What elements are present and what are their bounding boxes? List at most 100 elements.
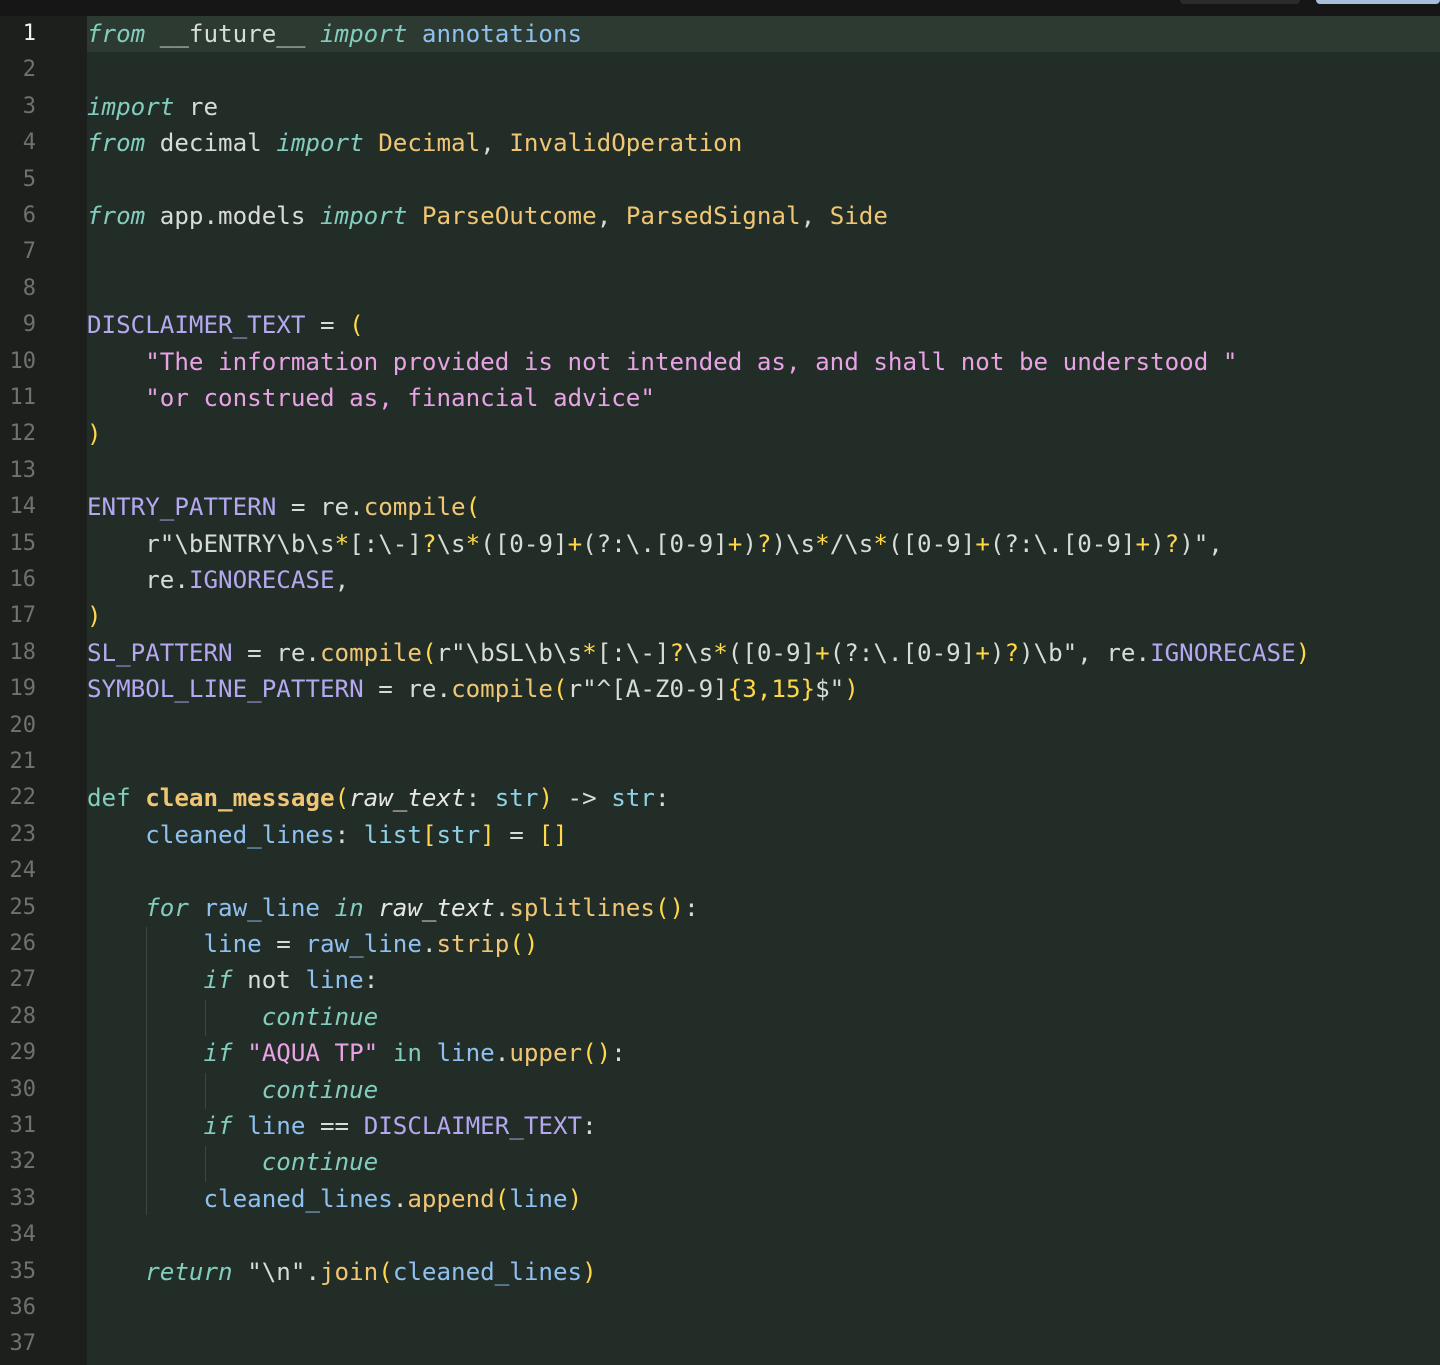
code-line[interactable]: from app.models import ParseOutcome, Par…	[87, 198, 888, 234]
code-token: *	[334, 529, 350, 558]
code-token: "The information provided is not intende…	[145, 347, 1238, 376]
line-number: 33	[9, 1185, 37, 1211]
line-number: 16	[9, 567, 37, 592]
code-token: +	[1135, 529, 1151, 558]
code-line[interactable]: if line == DISCLAIMER_TEXT:	[87, 1108, 597, 1144]
code-line[interactable]: cleaned_lines.append(line)	[87, 1181, 583, 1217]
code-token: ([0-9]	[727, 638, 816, 667]
code-token: "\n"	[247, 1257, 306, 1286]
code-token: )	[538, 784, 553, 813]
line-number: 6	[22, 203, 36, 228]
code-token: IGNORECASE	[1150, 638, 1296, 667]
code-line[interactable]: "or construed as, financial advice"	[87, 380, 655, 416]
code-token: = re.	[232, 638, 320, 667]
indent-guide	[205, 1073, 206, 1109]
line-number: 22	[9, 785, 37, 811]
code-line[interactable]: for raw_line in raw_text.splitlines():	[87, 890, 698, 926]
code-line[interactable]: SL_PATTERN = re.compile(r"\bSL\b\s*[:\-]…	[87, 635, 1310, 671]
code-line[interactable]: continue	[87, 999, 379, 1035]
line-number: 31	[9, 1113, 37, 1138]
code-token: from	[87, 20, 146, 48]
code-token: .	[494, 1039, 510, 1068]
indent-guide	[205, 1146, 206, 1182]
code-token: =	[494, 820, 539, 849]
code-token: ==	[305, 1112, 364, 1140]
line-number: 8	[22, 275, 36, 301]
code-line[interactable]: SYMBOL_LINE_PATTERN = re.compile(r"^[A-Z…	[87, 671, 859, 707]
editor-tab[interactable]	[1180, 0, 1300, 4]
code-token: app.models	[145, 202, 320, 230]
code-token: *	[582, 638, 597, 667]
line-number: 4	[22, 130, 36, 156]
line-number: 7	[22, 239, 36, 265]
code-line[interactable]: DISCLAIMER_TEXT = (	[87, 307, 364, 343]
code-token: ()	[654, 893, 685, 922]
code-token: if	[203, 966, 233, 995]
line-number: 19	[9, 676, 37, 702]
code-token: re	[174, 92, 219, 121]
editor-tab-bar	[0, 0, 1440, 16]
code-line[interactable]: )	[87, 416, 102, 452]
code-token: import	[320, 20, 408, 48]
line-number: 1	[22, 21, 36, 46]
code-token: *	[713, 638, 728, 667]
code-line[interactable]: ENTRY_PATTERN = re.compile(	[87, 489, 480, 525]
line-number: 21	[9, 749, 37, 774]
code-token: line	[203, 930, 262, 958]
code-line[interactable]: line = raw_line.strip()	[87, 926, 539, 962]
code-token: "AQUA TP"	[247, 1039, 379, 1068]
code-token: \s	[684, 638, 714, 667]
line-number: 37	[9, 1331, 37, 1357]
code-token: :	[611, 1039, 626, 1068]
code-line[interactable]: if not line:	[87, 962, 379, 998]
code-token: :	[465, 784, 495, 813]
code-token: append	[407, 1184, 495, 1213]
editor-tab-active[interactable]	[1316, 0, 1440, 4]
code-token: continue	[261, 1075, 379, 1104]
code-line[interactable]: continue	[87, 1144, 379, 1180]
code-line[interactable]: )	[87, 598, 102, 634]
code-token: )	[87, 420, 102, 449]
code-token: compile	[320, 638, 422, 667]
code-line[interactable]: import re	[87, 89, 218, 125]
code-token: cleaned_lines	[145, 820, 335, 849]
code-line[interactable]: r"\bENTRY\b\s*[:\-]?\s*([0-9]+(?:\.[0-9]…	[87, 526, 1223, 562]
code-token: +	[567, 529, 583, 558]
code-token: re.	[87, 566, 189, 594]
code-line[interactable]: re.IGNORECASE,	[87, 562, 349, 598]
code-token: ->	[553, 784, 612, 813]
code-line[interactable]: if "AQUA TP" in line.upper():	[87, 1035, 626, 1071]
code-token: __future__	[145, 20, 320, 48]
code-token: (?:\.[0-9]	[582, 529, 728, 558]
code-token: = re.	[363, 675, 452, 704]
code-token: ,	[480, 129, 510, 158]
code-token: compile	[451, 675, 553, 704]
line-number: 10	[9, 348, 37, 374]
code-token: if	[203, 1112, 233, 1140]
code-line[interactable]: continue	[87, 1072, 379, 1108]
line-number: 28	[9, 1003, 37, 1029]
code-line[interactable]: from decimal import Decimal, InvalidOper…	[87, 125, 742, 161]
code-token: *	[815, 529, 830, 558]
line-number: 17	[9, 603, 37, 629]
code-line[interactable]: return "\n".join(cleaned_lines)	[87, 1254, 597, 1290]
code-token: :	[334, 820, 364, 849]
code-line[interactable]: "The information provided is not intende…	[87, 344, 1237, 380]
code-token: {3,15}	[727, 675, 816, 704]
code-token: join	[320, 1257, 379, 1286]
code-line[interactable]: from __future__ import annotations	[87, 16, 582, 52]
code-token: from	[87, 202, 146, 230]
line-number: 15	[9, 530, 37, 556]
line-number: 35	[9, 1258, 37, 1284]
code-token: cleaned_lines	[392, 1257, 583, 1286]
code-token: raw_line	[203, 893, 321, 922]
code-token: in	[334, 893, 364, 922]
code-token: )	[582, 1257, 597, 1286]
code-line[interactable]: def clean_message(raw_text: str) -> str:	[87, 780, 670, 816]
code-line[interactable]: cleaned_lines: list[str] = []	[87, 817, 567, 853]
